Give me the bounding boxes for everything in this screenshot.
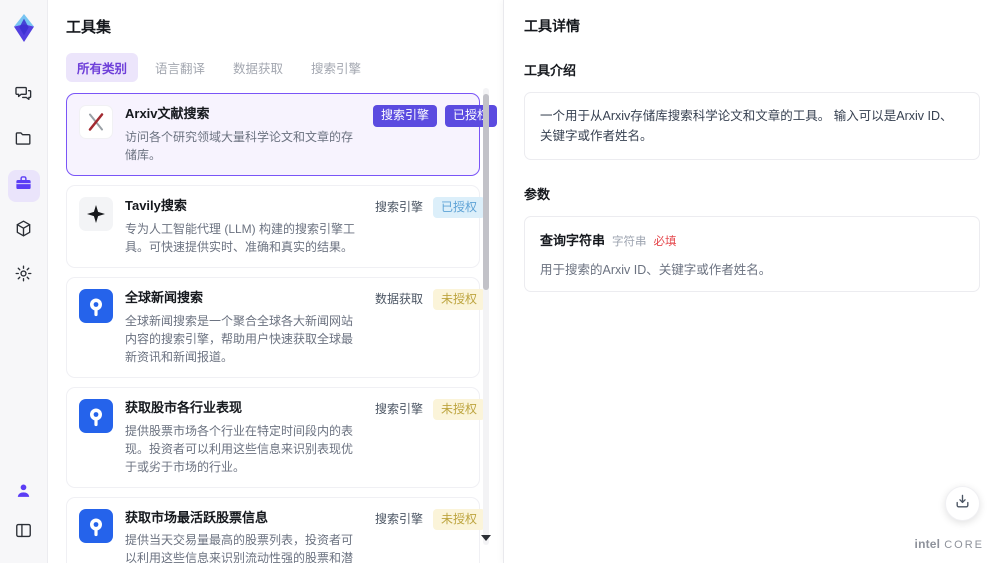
sidebar-item-collapse[interactable] [8, 517, 40, 549]
pin-q-icon [79, 508, 113, 543]
tool-auth-badge: 未授权 [433, 508, 486, 531]
folder-icon [14, 129, 33, 153]
params-list: 查询字符串 字符串 必填 用于搜索的Arxiv ID、关键字或作者姓名。 [524, 216, 980, 292]
sidebar-item-settings[interactable] [8, 260, 40, 292]
tool-description: 专为人工智能代理 (LLM) 构建的搜索引擎工具。可快速提供实时、准确和真实的结… [125, 221, 356, 254]
tool-description: 全球新闻搜索是一个聚合全球各大新闻网站内容的搜索引擎，帮助用户快速获取全球最新资… [125, 313, 354, 364]
gear-icon [14, 264, 33, 288]
page-title: 工具集 [66, 19, 112, 36]
tool-intro-text: 一个用于从Arxiv存储库搜索科学论文和文章的工具。 输入可以是Arxiv ID… [524, 92, 980, 160]
sidebar-item-toolbox[interactable] [7, 170, 40, 202]
tab-2[interactable]: 数据获取 [222, 53, 294, 82]
download-icon [954, 493, 971, 515]
tool-details-panel: 工具详情 工具介绍 一个用于从Arxiv存储库搜索科学论文和文章的工具。 输入可… [503, 0, 1000, 563]
tool-category-badge: 搜索引擎 [375, 401, 424, 416]
tool-list-item[interactable]: 获取股市各行业表现 提供股票市场各个行业在特定时间段内的表现。投资者可以利用这些… [66, 386, 486, 488]
tab-1[interactable]: 语言翻译 [144, 53, 216, 82]
tool-list-item[interactable]: Tavily搜索 专为人工智能代理 (LLM) 构建的搜索引擎工具。可快速提供实… [66, 184, 486, 268]
pin-q-icon [79, 288, 113, 323]
tool-auth-badge: 未授权 [433, 398, 486, 421]
param-name: 查询字符串 [540, 233, 606, 248]
tool-title: Arxiv文献搜索 [125, 106, 210, 121]
app-logo gem-logo-icon [8, 12, 40, 44]
params-heading: 参数 [524, 187, 551, 202]
details-title: 工具详情 [524, 18, 580, 34]
category-tabs: 所有类别 语言翻译 数据获取 搜索引擎 [66, 53, 503, 82]
tool-list-item[interactable]: 全球新闻搜索 全球新闻搜索是一个聚合全球各大新闻网站内容的搜索引擎，帮助用户快速… [66, 276, 486, 378]
sidebar-bottom [8, 477, 40, 549]
tool-auth-badge: 已授权 [433, 196, 486, 219]
list-scrollbar-track[interactable] [483, 88, 489, 545]
param-type: 字符串 [612, 236, 647, 248]
tool-list: Arxiv文献搜索 访问各个研究领域大量科学论文和文章的存储库。 搜索引擎 已授… [66, 93, 498, 563]
cube-icon [14, 219, 33, 243]
tab-0[interactable]: 所有类别 [66, 53, 139, 82]
tool-auth-badge: 已授权 [445, 105, 498, 127]
tool-list-panel: 工具集 所有类别 语言翻译 数据获取 搜索引擎 Arxiv文献搜索 访问各个研究领域大… [48, 0, 503, 563]
sidebar-item-account[interactable] [8, 477, 40, 509]
tool-description: 访问各个研究领域大量科学论文和文章的存储库。 [125, 129, 354, 162]
user-icon [14, 481, 33, 505]
tavily-icon [79, 196, 113, 231]
tool-list-item[interactable]: 获取市场最活跃股票信息 提供当天交易量最高的股票列表，投资者可以利用这些信息来识… [66, 496, 486, 563]
panel-icon [14, 521, 33, 545]
tool-title: 全球新闻搜索 [125, 289, 204, 305]
tab-3[interactable]: 搜索引擎 [300, 53, 372, 82]
tool-list-item[interactable]: Arxiv文献搜索 访问各个研究领域大量科学论文和文章的存储库。 搜索引擎 已授… [66, 93, 498, 176]
download-button[interactable] [945, 486, 980, 521]
tool-category-badge: 搜索引擎 [375, 199, 424, 214]
tool-description: 提供股票市场各个行业在特定时间段内的表现。投资者可以利用这些信息来识别表现优于或… [125, 423, 354, 474]
sidebar-item-files[interactable] [8, 125, 40, 157]
chat-icon [14, 84, 33, 108]
app-window: 工具集 所有类别 语言翻译 数据获取 搜索引擎 Arxiv文献搜索 访问各个研究领域大… [0, 0, 1000, 563]
tool-category-badge: 搜索引擎 [373, 105, 438, 127]
sidebar-nav [7, 80, 40, 292]
scroll-down-arrow-icon[interactable] [481, 535, 491, 541]
tool-auth-badge: 未授权 [433, 288, 486, 311]
tool-title: Tavily搜索 [125, 197, 187, 213]
tool-title: 获取股市各行业表现 [125, 399, 243, 415]
tool-description: 提供当天交易量最高的股票列表，投资者可以利用这些信息来识别流动性强的股票和潜在的… [125, 533, 354, 563]
briefcase-icon [14, 174, 33, 198]
sidebar-rail [0, 0, 48, 563]
tool-category-badge: 数据获取 [375, 291, 424, 306]
tool-title: 获取市场最活跃股票信息 [125, 509, 269, 525]
intro-heading: 工具介绍 [524, 63, 577, 78]
param-required-badge: 必填 [653, 236, 677, 248]
pin-q-icon [79, 398, 113, 433]
sidebar-item-chat[interactable] [8, 80, 40, 112]
sidebar-item-packages[interactable] [8, 215, 40, 247]
parameter-card: 查询字符串 字符串 必填 用于搜索的Arxiv ID、关键字或作者姓名。 [524, 216, 980, 292]
arxiv-icon [79, 105, 113, 139]
list-scrollbar-thumb[interactable] [483, 94, 489, 290]
brand-core: core [944, 539, 984, 551]
intel-core-logo: intel core [915, 537, 984, 551]
tool-category-badge: 搜索引擎 [375, 511, 424, 526]
param-description: 用于搜索的Arxiv ID、关键字或作者姓名。 [540, 263, 772, 277]
brand-intel: intel [914, 537, 941, 551]
